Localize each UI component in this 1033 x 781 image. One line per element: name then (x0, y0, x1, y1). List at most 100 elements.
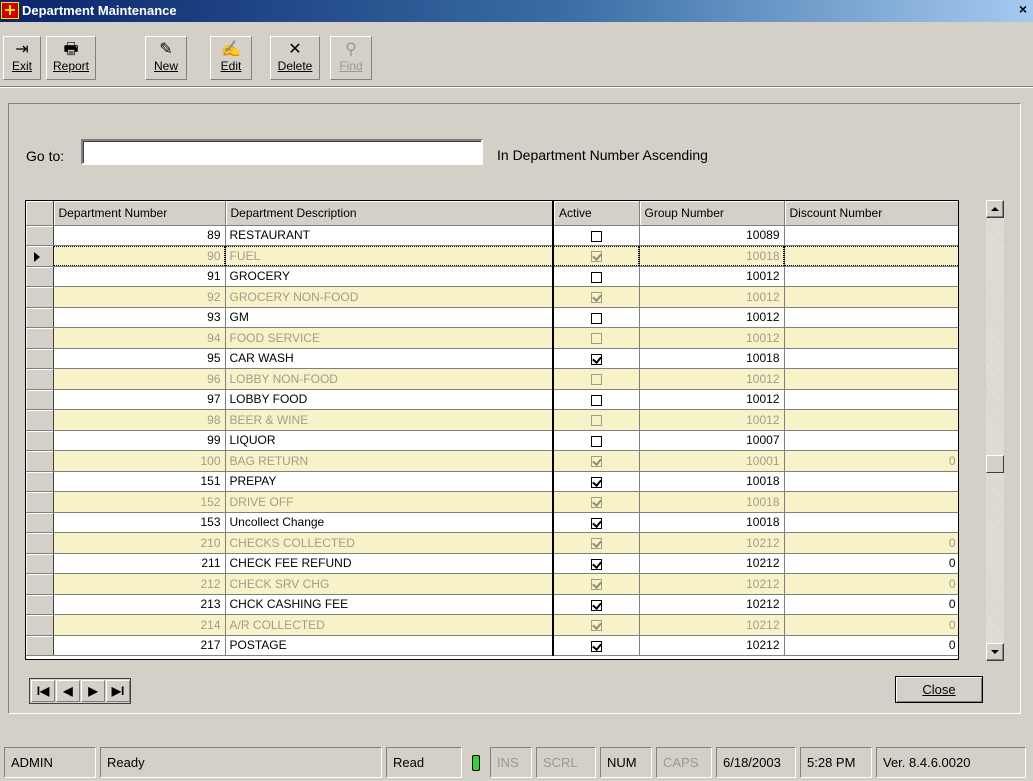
cell-active[interactable] (552, 573, 640, 595)
cell-department-number[interactable]: 91 (53, 266, 226, 287)
active-checkbox[interactable] (590, 538, 602, 550)
active-checkbox[interactable] (590, 271, 602, 283)
row-selector[interactable] (26, 491, 54, 513)
scroll-down-button[interactable] (986, 643, 1004, 661)
cell-group-number[interactable]: 10089 (639, 225, 785, 246)
row-selector[interactable] (26, 389, 54, 410)
cell-discount-number[interactable] (784, 409, 958, 431)
cell-active[interactable] (552, 471, 640, 492)
active-checkbox[interactable] (590, 292, 602, 304)
cell-department-description[interactable]: LIQUOR (225, 430, 554, 451)
cell-discount-number[interactable] (784, 491, 958, 513)
previous-record-button[interactable]: ◀ (56, 680, 80, 702)
cell-active[interactable] (552, 430, 640, 451)
cell-group-number[interactable]: 10007 (639, 430, 785, 451)
cell-department-description[interactable]: LOBBY FOOD (225, 389, 554, 410)
cell-active[interactable] (552, 635, 640, 656)
row-selector[interactable] (26, 225, 54, 246)
active-checkbox[interactable] (590, 517, 602, 529)
cell-active[interactable] (552, 225, 640, 246)
table-row[interactable]: 211 CHECK FEE REFUND 10212 0 (26, 553, 958, 574)
cell-department-description[interactable]: RESTAURANT (225, 225, 554, 246)
cell-group-number[interactable]: 10212 (639, 553, 785, 574)
department-grid[interactable]: Department Number Department Description… (25, 200, 959, 660)
row-selector[interactable] (26, 614, 54, 636)
cell-group-number[interactable]: 10018 (639, 491, 785, 513)
cell-discount-number[interactable]: 0 (784, 614, 958, 636)
table-row[interactable]: 95 CAR WASH 10018 (26, 348, 958, 369)
table-row[interactable]: 92 GROCERY NON-FOOD 10012 (26, 286, 958, 308)
cell-active[interactable] (552, 266, 640, 287)
scroll-thumb[interactable] (986, 455, 1004, 473)
cell-active[interactable] (552, 286, 640, 308)
cell-active[interactable] (552, 368, 640, 390)
cell-active[interactable] (552, 409, 640, 431)
cell-group-number[interactable]: 10001 (639, 450, 785, 472)
table-row[interactable]: 98 BEER & WINE 10012 (26, 409, 958, 431)
cell-group-number[interactable]: 10212 (639, 594, 785, 615)
report-button[interactable]: 🖶 Report (46, 36, 96, 80)
next-record-button[interactable]: ▶ (81, 680, 105, 702)
cell-group-number[interactable]: 10212 (639, 635, 785, 656)
exit-button[interactable]: ⇥ Exit (3, 36, 41, 80)
cell-discount-number[interactable]: 0 (784, 594, 958, 615)
cell-department-number[interactable]: 211 (53, 553, 226, 574)
cell-department-number[interactable]: 89 (53, 225, 226, 246)
cell-active[interactable] (552, 532, 640, 554)
cell-group-number[interactable]: 10012 (639, 409, 785, 431)
cell-discount-number[interactable] (784, 430, 958, 451)
cell-group-number[interactable]: 10212 (639, 532, 785, 554)
last-record-button[interactable]: ▶I (106, 680, 130, 702)
cell-active[interactable] (552, 553, 640, 574)
cell-department-description[interactable]: A/R COLLECTED (225, 614, 554, 636)
cell-discount-number[interactable]: 0 (784, 635, 958, 656)
table-row[interactable]: 94 FOOD SERVICE 10012 (26, 327, 958, 349)
cell-group-number[interactable]: 10012 (639, 327, 785, 349)
row-selector[interactable] (26, 430, 54, 451)
cell-discount-number[interactable] (784, 266, 958, 287)
active-checkbox[interactable] (590, 230, 602, 242)
cell-discount-number[interactable] (784, 307, 958, 328)
table-row[interactable]: 151 PREPAY 10018 (26, 471, 958, 492)
row-selector[interactable] (26, 512, 54, 533)
cell-group-number[interactable]: 10212 (639, 573, 785, 595)
cell-discount-number[interactable] (784, 225, 958, 246)
cell-department-description[interactable]: LOBBY NON-FOOD (225, 368, 554, 390)
row-selector[interactable] (26, 635, 54, 656)
column-header-active[interactable]: Active (552, 201, 640, 226)
table-row[interactable]: 210 CHECKS COLLECTED 10212 0 (26, 532, 958, 554)
table-row[interactable]: 212 CHECK SRV CHG 10212 0 (26, 573, 958, 595)
table-row[interactable]: 100 BAG RETURN 10001 0 (26, 450, 958, 472)
cell-department-number[interactable]: 210 (53, 532, 226, 554)
find-button[interactable]: ⚲ Find (330, 36, 372, 80)
cell-discount-number[interactable]: 0 (784, 553, 958, 574)
cell-department-description[interactable]: DRIVE OFF (225, 491, 554, 513)
row-selector[interactable] (26, 286, 54, 308)
cell-group-number[interactable]: 10018 (639, 245, 785, 267)
row-selector[interactable] (26, 409, 54, 431)
table-row[interactable]: 89 RESTAURANT 10089 (26, 225, 958, 246)
cell-department-number[interactable]: 90 (53, 245, 226, 267)
cell-discount-number[interactable] (784, 512, 958, 533)
cell-discount-number[interactable] (784, 389, 958, 410)
table-row[interactable]: 91 GROCERY 10012 (26, 266, 958, 287)
cell-department-description[interactable]: GROCERY NON-FOOD (225, 286, 554, 308)
row-selector[interactable] (26, 553, 54, 574)
column-header-department-number[interactable]: Department Number (53, 201, 226, 226)
cell-discount-number[interactable]: 0 (784, 450, 958, 472)
active-checkbox[interactable] (590, 497, 602, 509)
cell-group-number[interactable]: 10018 (639, 471, 785, 492)
cell-group-number[interactable]: 10212 (639, 614, 785, 636)
table-row[interactable]: 152 DRIVE OFF 10018 (26, 491, 958, 513)
cell-active[interactable] (552, 327, 640, 349)
cell-department-number[interactable]: 213 (53, 594, 226, 615)
cell-department-number[interactable]: 214 (53, 614, 226, 636)
row-selector[interactable] (26, 532, 54, 554)
active-checkbox[interactable] (590, 251, 602, 263)
cell-department-description[interactable]: CHCK CASHING FEE (225, 594, 554, 615)
cell-department-number[interactable]: 212 (53, 573, 226, 595)
active-checkbox[interactable] (590, 640, 602, 652)
column-header-department-description[interactable]: Department Description (225, 201, 554, 226)
cell-discount-number[interactable] (784, 327, 958, 349)
row-selector[interactable] (26, 245, 54, 267)
